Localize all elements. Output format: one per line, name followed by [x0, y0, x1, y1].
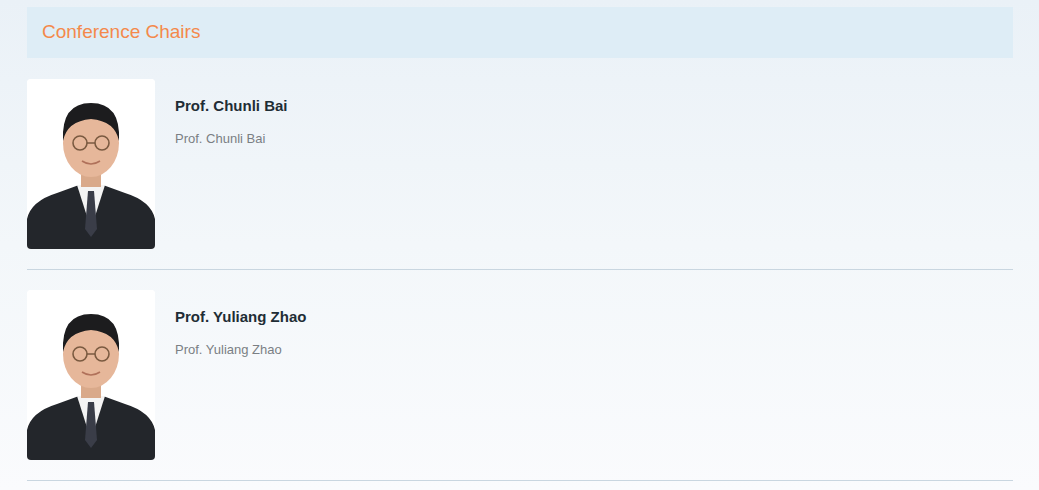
section-title: Conference Chairs	[42, 21, 200, 44]
section-header: Conference Chairs	[27, 7, 1013, 58]
chair-list: Prof. Chunli Bai Prof. Chunli Bai Prof. Yu…	[27, 58, 1013, 481]
chair-entry: Prof. Chunli Bai Prof. Chunli Bai	[27, 58, 1013, 270]
chair-name: Prof. Yuliang Zhao	[175, 307, 1013, 327]
chairs-section: Conference Chairs Prof. Chunli BaiProf. …	[0, 0, 1039, 481]
chair-subtitle: Prof. Chunli Bai	[175, 130, 1013, 148]
chair-subtitle: Prof. Yuliang Zhao	[175, 341, 1013, 359]
chair-info: Prof. Chunli Bai Prof. Chunli Bai	[155, 79, 1013, 148]
chair-info: Prof. Yuliang Zhao Prof. Yuliang Zhao	[155, 290, 1013, 359]
chair-name: Prof. Chunli Bai	[175, 96, 1013, 116]
chair-entry: Prof. Yuliang Zhao Prof. Yuliang Zhao	[27, 270, 1013, 481]
chair-photo	[27, 79, 155, 249]
chair-photo	[27, 290, 155, 460]
